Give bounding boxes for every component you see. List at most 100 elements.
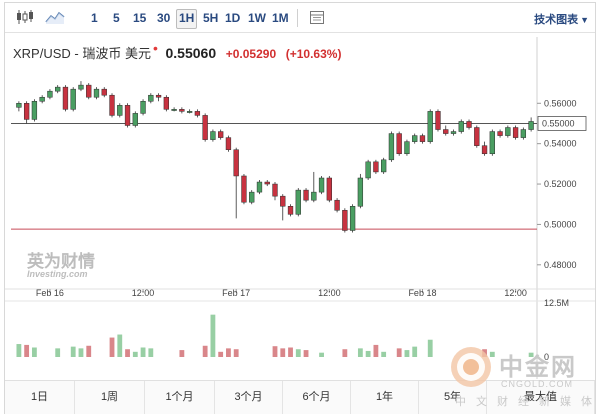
candle <box>70 88 76 110</box>
candle <box>458 121 464 132</box>
candle <box>303 189 309 201</box>
candle <box>435 111 441 130</box>
candle <box>101 88 107 96</box>
range-button-0[interactable]: 1日 <box>5 381 75 414</box>
candle <box>23 103 30 120</box>
candle <box>466 121 472 128</box>
candle <box>140 101 146 114</box>
volume-bar <box>210 314 216 357</box>
candle <box>233 149 239 177</box>
volume-bar <box>233 349 239 357</box>
volume-bar <box>226 348 231 357</box>
candle <box>528 121 534 130</box>
candle <box>272 183 278 197</box>
current-price-label: 0.55000 <box>542 118 575 128</box>
candle <box>326 177 332 201</box>
candle <box>381 159 387 173</box>
candle <box>148 94 154 102</box>
volume-bar <box>303 350 309 357</box>
volume-bar <box>24 344 30 357</box>
cngold-logo: 中金网 CNGOLD.COM 中文财经新媒体 <box>443 341 600 413</box>
volume-max-label: 12.5M <box>544 298 569 308</box>
cngold-subtitle: 中文财经新媒体 <box>455 395 600 408</box>
x-tick-label: Feb 17 <box>222 288 250 298</box>
candle <box>249 191 255 203</box>
candle <box>474 127 480 146</box>
volume-bar <box>280 348 286 357</box>
cngold-emblem-icon <box>451 347 491 387</box>
volume-bar <box>272 346 278 357</box>
candle <box>295 189 301 215</box>
candle <box>210 131 216 140</box>
candle <box>256 181 263 193</box>
volume-bar <box>16 344 22 357</box>
candle <box>47 90 53 98</box>
volume-bar <box>148 348 154 357</box>
volume-bar <box>86 345 92 357</box>
candle <box>93 88 100 98</box>
volume-bar <box>373 344 379 357</box>
candle <box>241 175 247 203</box>
candle <box>388 133 395 161</box>
candle <box>373 161 379 173</box>
y-tick-label: 0.50000 <box>544 219 577 229</box>
range-button-4[interactable]: 6个月 <box>283 381 351 414</box>
volume-bar <box>412 346 418 357</box>
candle <box>427 111 433 142</box>
candle <box>349 206 356 231</box>
volume-bar <box>365 350 371 357</box>
candle <box>489 131 495 155</box>
candle <box>117 105 123 116</box>
y-tick-label: 0.48000 <box>544 260 577 270</box>
volume-bar <box>427 339 433 357</box>
candle <box>450 131 457 134</box>
candle <box>311 191 317 201</box>
candle <box>505 127 511 136</box>
range-button-3[interactable]: 3个月 <box>215 381 283 414</box>
candle <box>342 210 348 231</box>
volume-bar <box>381 351 387 357</box>
candle <box>396 133 402 155</box>
y-tick-label: 0.52000 <box>544 179 577 189</box>
candle <box>443 129 449 134</box>
range-button-2[interactable]: 1个月 <box>145 381 215 414</box>
chart-widget: 1 5 15 30 1H 5H 1D 1W 1M 技术图表 ▼ XRP/USD - 瑞波币 美元 •… <box>4 2 596 414</box>
candle <box>86 84 92 98</box>
x-tick-label: 12:00 <box>132 288 155 298</box>
candle <box>179 109 185 112</box>
candle <box>55 86 61 92</box>
candle <box>318 177 325 193</box>
cngold-title: 中金网 <box>499 353 577 381</box>
volume-bar <box>295 349 301 357</box>
candle <box>225 137 232 150</box>
volume-bar <box>132 351 138 357</box>
candle <box>31 101 38 120</box>
candle <box>109 94 115 116</box>
candle <box>202 115 208 140</box>
volume-bar <box>288 347 293 357</box>
x-tick-label: 12:00 <box>318 288 341 298</box>
candle <box>62 86 69 110</box>
candle <box>132 113 138 126</box>
price-chart[interactable]: 0.56000 0.54000 0.52000 0.50000 0.48000 0.550… <box>5 3 595 381</box>
candle <box>287 206 294 215</box>
volume-bar <box>140 347 146 357</box>
volume-bar <box>117 334 123 357</box>
candle <box>404 141 410 155</box>
candle <box>481 145 488 155</box>
range-button-1[interactable]: 1周 <box>75 381 145 414</box>
candle <box>280 195 286 207</box>
volume-bar <box>78 348 84 357</box>
candle <box>171 109 177 111</box>
x-tick-label: 12:00 <box>504 288 527 298</box>
volume-bar <box>125 349 130 357</box>
volume-bar <box>396 348 402 357</box>
cngold-url: CNGOLD.COM <box>501 379 574 389</box>
candle <box>163 96 169 110</box>
candle <box>412 135 418 142</box>
range-button-5[interactable]: 1年 <box>351 381 419 414</box>
volume-bar <box>70 346 76 357</box>
candle <box>334 199 340 211</box>
y-tick-label: 0.54000 <box>544 139 577 149</box>
volume-bar <box>218 351 224 357</box>
